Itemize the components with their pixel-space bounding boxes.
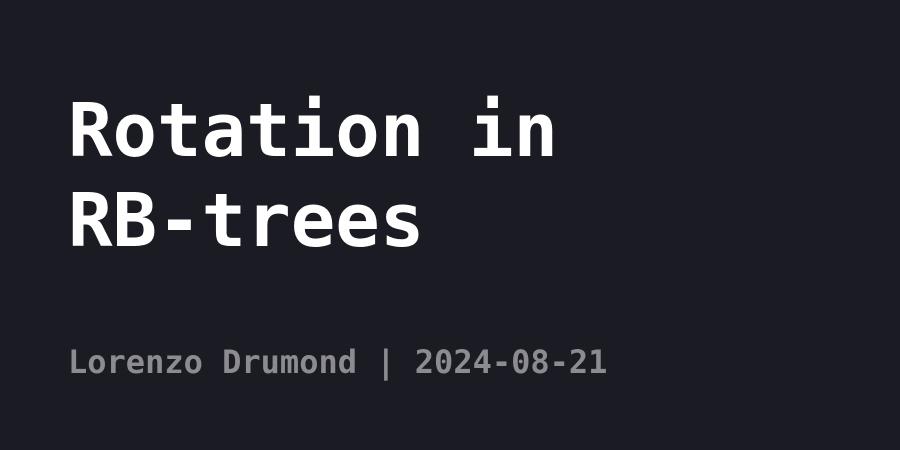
- byline-separator: |: [376, 343, 396, 381]
- title-line-1: Rotation in: [68, 88, 559, 174]
- page-title: Rotation in RB-trees: [68, 86, 848, 266]
- byline: Lorenzo Drumond | 2024-08-21: [68, 340, 607, 384]
- author-name: Lorenzo Drumond: [68, 343, 357, 381]
- title-card: Rotation in RB-trees Lorenzo Drumond | 2…: [0, 0, 900, 450]
- publish-date: 2024-08-21: [414, 343, 608, 381]
- title-line-2: RB-trees: [68, 178, 425, 264]
